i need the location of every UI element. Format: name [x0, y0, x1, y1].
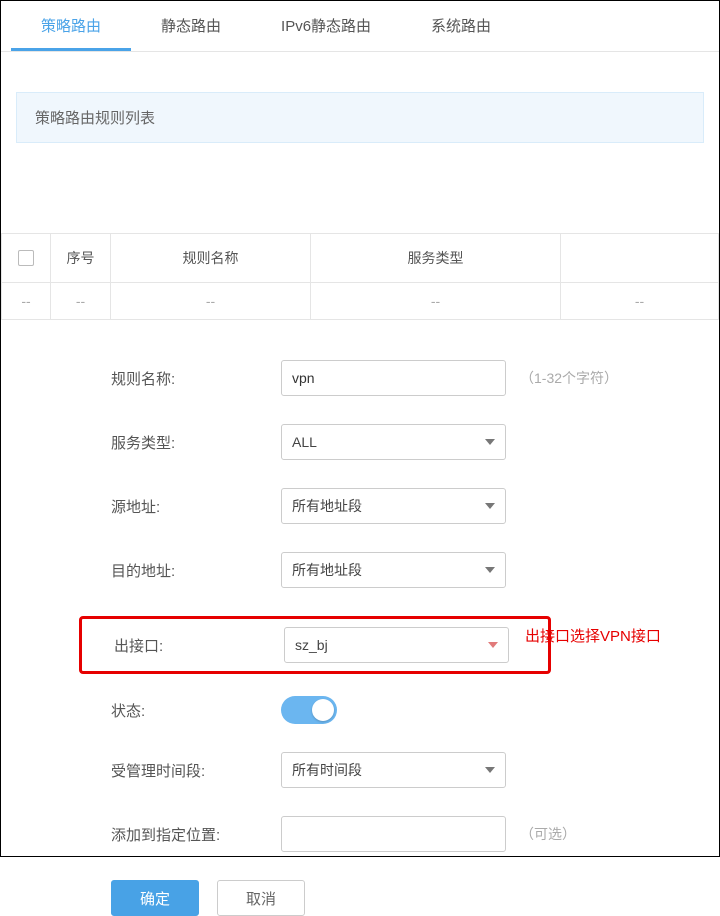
label-rule-name: 规则名称:: [111, 368, 281, 389]
label-out-interface: 出接口:: [82, 635, 284, 656]
select-source-addr-value: 所有地址段: [292, 496, 362, 516]
select-mgmt-time-value: 所有时间段: [292, 760, 362, 780]
tab-system-route[interactable]: 系统路由: [401, 1, 521, 51]
select-out-interface[interactable]: sz_bj: [284, 627, 509, 663]
select-mgmt-time[interactable]: 所有时间段: [281, 752, 506, 788]
tab-policy-route[interactable]: 策略路由: [11, 1, 131, 51]
hint-rule-name: （1-32个字符）: [520, 368, 618, 388]
chevron-down-icon: [488, 642, 498, 648]
annotation-out-interface: 出接口选择VPN接口: [525, 625, 661, 646]
table-header-row: 序号 规则名称 服务类型: [1, 234, 719, 283]
cell-rule-name: --: [111, 283, 311, 319]
toggle-status[interactable]: [281, 696, 337, 724]
label-add-position: 添加到指定位置:: [111, 824, 281, 845]
button-row: 确定 取消: [111, 880, 701, 916]
input-rule-name[interactable]: [281, 360, 506, 396]
rule-form: 规则名称: （1-32个字符） 服务类型: ALL 源地址: 所有地址段 目的地…: [111, 360, 701, 916]
chevron-down-icon: [485, 767, 495, 773]
chevron-down-icon: [485, 439, 495, 445]
label-service-type: 服务类型:: [111, 432, 281, 453]
select-all-checkbox[interactable]: [18, 250, 34, 266]
section-title: 策略路由规则列表: [16, 92, 704, 143]
cell-extra: --: [561, 283, 719, 319]
row-dest-addr: 目的地址: 所有地址段: [111, 552, 701, 588]
tabs-bar: 策略路由 静态路由 IPv6静态路由 系统路由: [1, 1, 719, 52]
tab-ipv6-static-route[interactable]: IPv6静态路由: [251, 1, 401, 51]
select-dest-addr[interactable]: 所有地址段: [281, 552, 506, 588]
chevron-down-icon: [485, 567, 495, 573]
row-add-position: 添加到指定位置: （可选）: [111, 816, 701, 852]
input-add-position[interactable]: [281, 816, 506, 852]
row-mgmt-time: 受管理时间段: 所有时间段: [111, 752, 701, 788]
hint-add-position: （可选）: [520, 824, 576, 844]
select-service-type[interactable]: ALL: [281, 424, 506, 460]
row-status: 状态:: [111, 696, 701, 724]
header-rule-name: 规则名称: [111, 234, 311, 282]
row-rule-name: 规则名称: （1-32个字符）: [111, 360, 701, 396]
rule-table: 序号 规则名称 服务类型 -- -- -- -- --: [1, 233, 719, 320]
header-seq: 序号: [51, 234, 111, 282]
row-source-addr: 源地址: 所有地址段: [111, 488, 701, 524]
cell-seq: --: [51, 283, 111, 319]
select-out-interface-value: sz_bj: [295, 637, 328, 653]
ok-button[interactable]: 确定: [111, 880, 199, 916]
cell-service-type: --: [311, 283, 561, 319]
header-checkbox-cell: [1, 234, 51, 282]
toggle-knob: [312, 699, 334, 721]
tab-static-route[interactable]: 静态路由: [131, 1, 251, 51]
cancel-button[interactable]: 取消: [217, 880, 305, 916]
row-service-type: 服务类型: ALL: [111, 424, 701, 460]
table-row: -- -- -- -- --: [1, 283, 719, 320]
label-mgmt-time: 受管理时间段:: [111, 760, 281, 781]
label-source-addr: 源地址:: [111, 496, 281, 517]
chevron-down-icon: [485, 503, 495, 509]
row-out-interface: 出接口: sz_bj 出接口选择VPN接口: [79, 616, 551, 674]
header-extra: [561, 234, 719, 282]
select-source-addr[interactable]: 所有地址段: [281, 488, 506, 524]
select-service-type-value: ALL: [292, 434, 317, 450]
label-status: 状态:: [111, 700, 281, 721]
header-service-type: 服务类型: [311, 234, 561, 282]
select-dest-addr-value: 所有地址段: [292, 560, 362, 580]
cell-checkbox: --: [1, 283, 51, 319]
label-dest-addr: 目的地址:: [111, 560, 281, 581]
